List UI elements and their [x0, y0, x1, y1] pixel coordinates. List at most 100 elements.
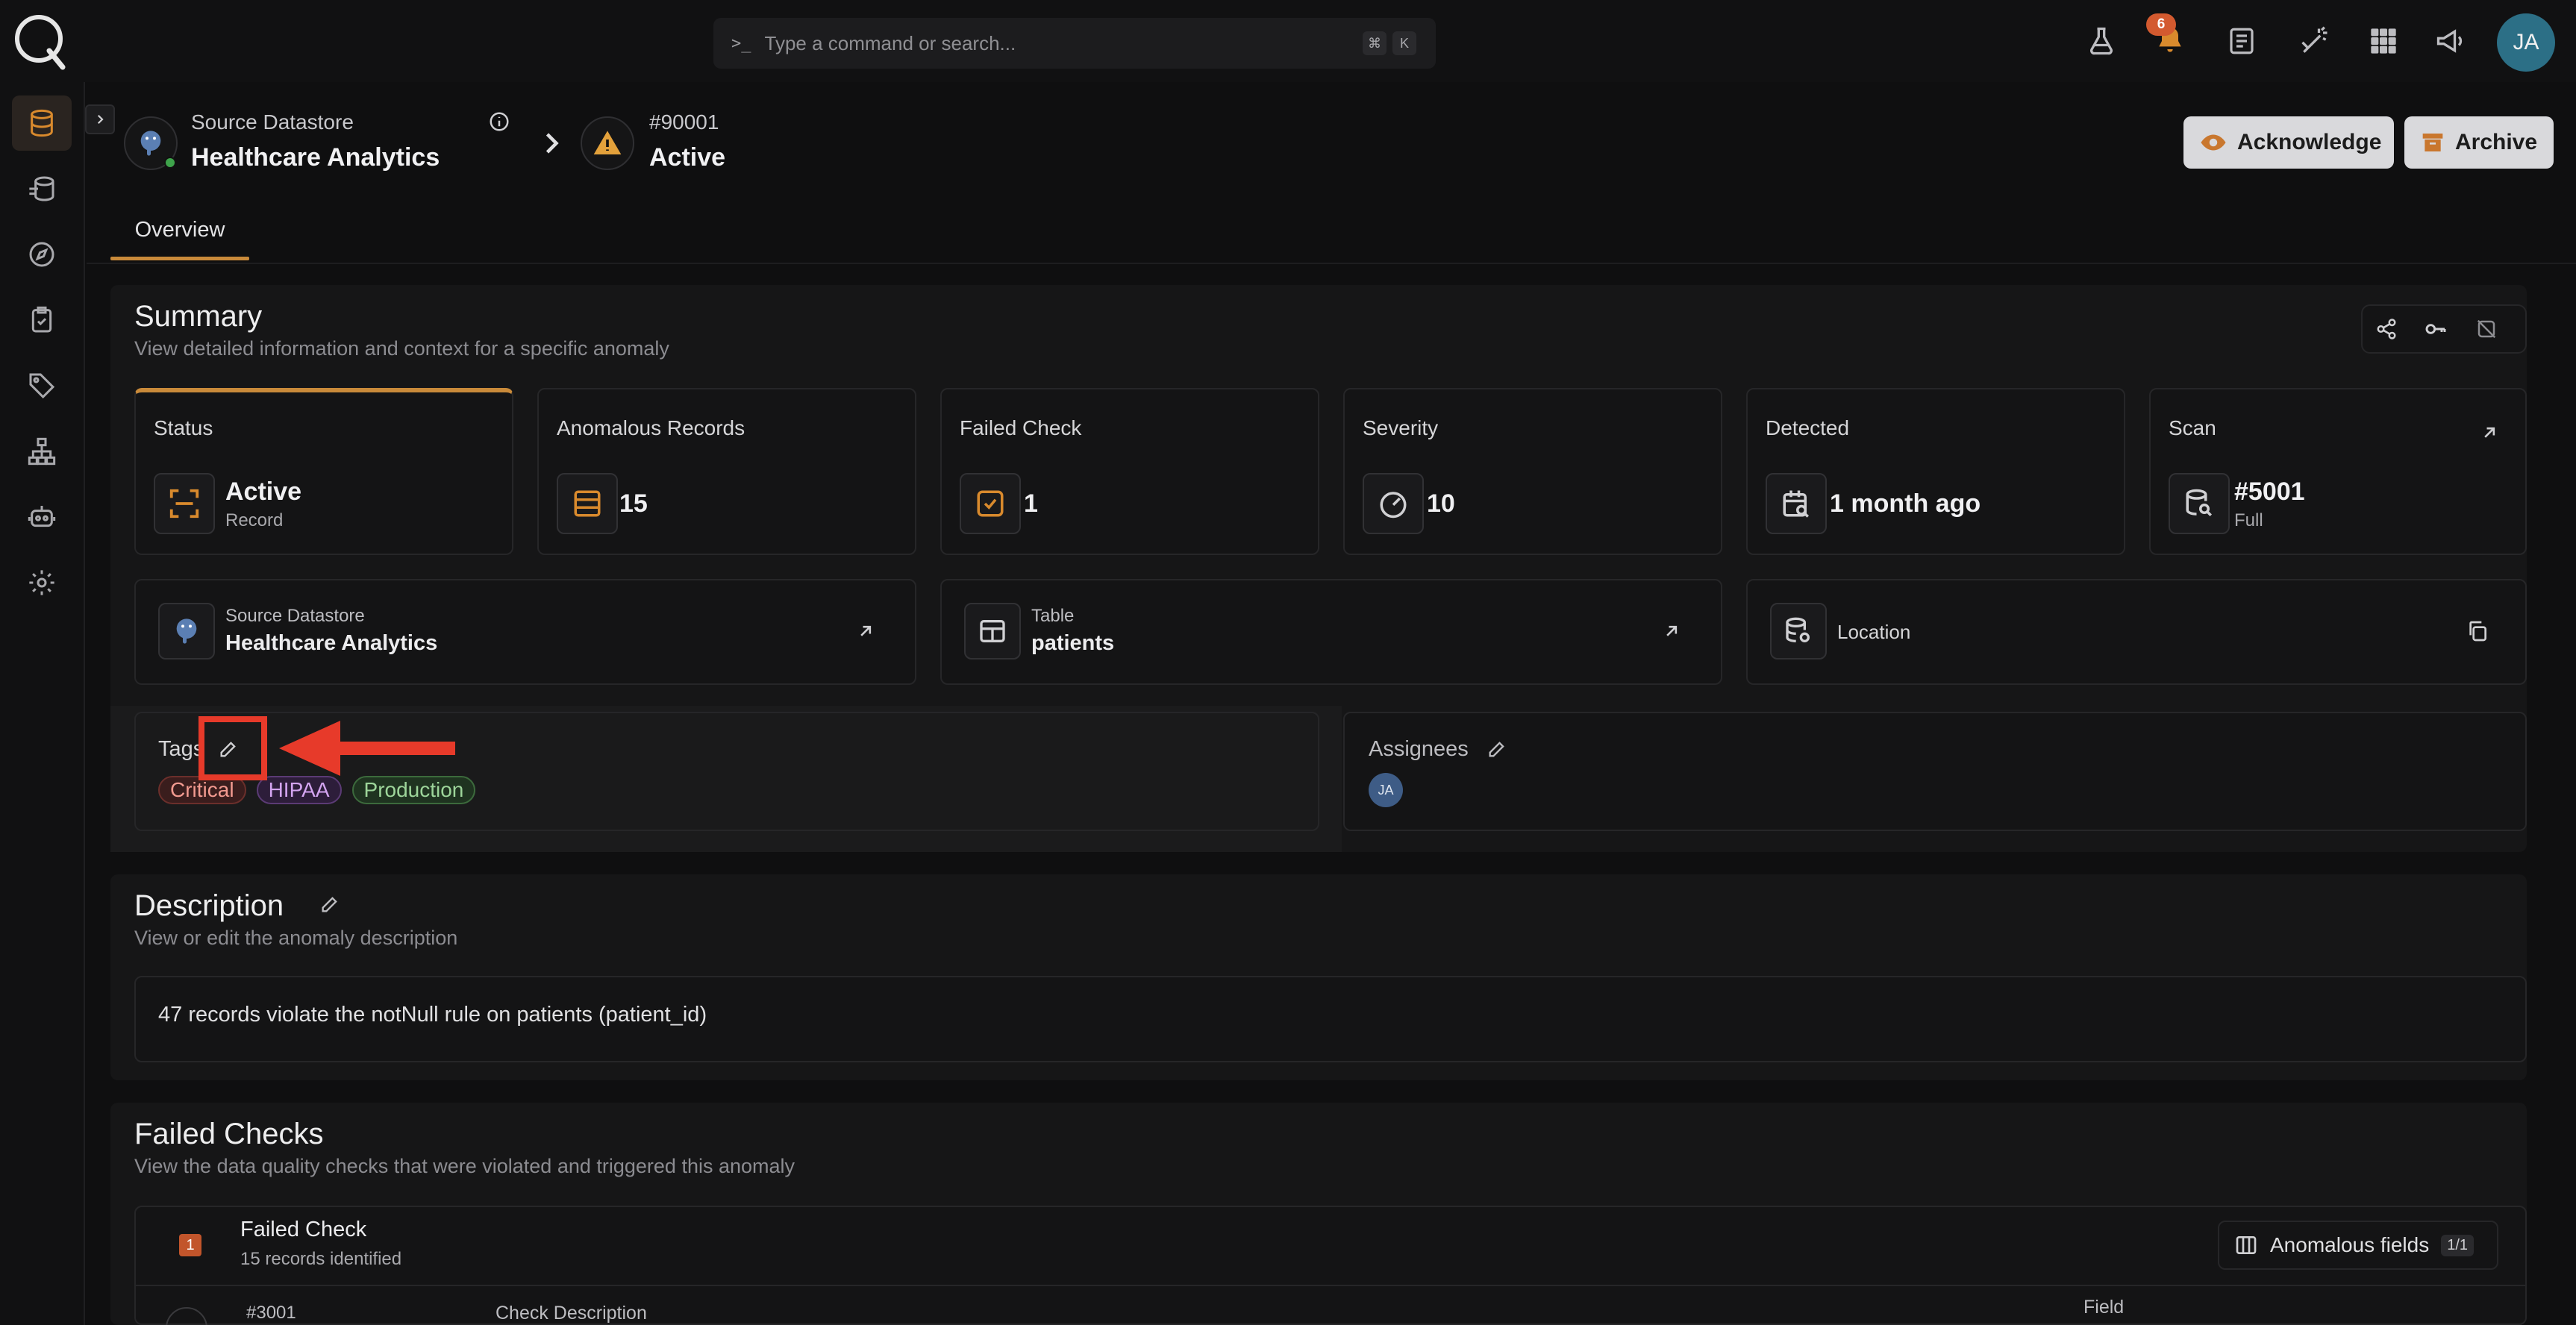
archive-label: Archive: [2455, 130, 2538, 154]
scan-icon-box: [2169, 473, 2230, 534]
description-edit-icon[interactable]: [319, 894, 340, 915]
datastore-external-link-icon[interactable]: [855, 621, 876, 642]
megaphone-icon[interactable]: [2430, 20, 2472, 62]
anomalous-records-label: Anomalous Records: [557, 416, 745, 439]
sidebar-item-settings[interactable]: [12, 555, 72, 610]
hide-button[interactable]: [2461, 304, 2512, 354]
scan-sub: Full: [2234, 510, 2263, 530]
failed-checks-title: Failed Checks: [134, 1118, 324, 1150]
description-subtitle: View or edit the anomaly description: [134, 927, 458, 949]
table-external-link-icon[interactable]: [1661, 621, 1682, 642]
table-link-icon-box: [964, 603, 1021, 660]
robot-icon: [27, 502, 57, 532]
scan-label: Scan: [2169, 416, 2216, 439]
failed-check-item-title: Failed Check: [240, 1218, 367, 1241]
scan-value[interactable]: #5001: [2234, 477, 2305, 507]
chevron-right-icon: [93, 113, 107, 126]
failed-check-label: Failed Check: [960, 416, 1082, 439]
datastore-link-value: Healthcare Analytics: [225, 631, 438, 655]
sidebar-item-tags[interactable]: [12, 358, 72, 413]
sidebar-item-hierarchy[interactable]: [12, 424, 72, 479]
anomalous-fields-label: Anomalous fields: [2270, 1233, 2430, 1256]
datastore-link-label: Source Datastore: [225, 606, 365, 626]
assignees-edit-icon[interactable]: [1486, 739, 1507, 759]
table-link-label: Table: [1031, 606, 1075, 626]
datastore-link-icon-box: [158, 603, 215, 660]
database-settings-icon: [1783, 616, 1813, 646]
command-search[interactable]: >_ Type a command or search... ⌘ K: [713, 18, 1436, 69]
copy-icon[interactable]: [2466, 619, 2489, 643]
user-avatar[interactable]: JA: [2497, 13, 2555, 72]
check-row-id[interactable]: #3001: [246, 1303, 296, 1324]
tab-active-indicator: [110, 257, 249, 260]
share-button[interactable]: [2361, 304, 2412, 354]
eye-icon: [2200, 129, 2227, 156]
field-header: Field: [2083, 1297, 2125, 1318]
sidebar-expand-button[interactable]: [85, 104, 115, 134]
status-value: Active: [225, 477, 302, 506]
hierarchy-icon: [27, 436, 57, 466]
key-button[interactable]: [2410, 304, 2461, 354]
sidebar-item-explore[interactable]: [12, 227, 72, 282]
tab-overview[interactable]: Overview: [110, 215, 249, 261]
annotation-arrow: [276, 715, 458, 782]
severity-icon-box: [1363, 473, 1424, 534]
document-icon[interactable]: [2221, 20, 2263, 62]
detected-icon-box: [1766, 473, 1827, 534]
sidebar-item-flows[interactable]: [12, 161, 72, 216]
anomaly-avatar: [581, 116, 634, 170]
breadcrumb-datastore-name[interactable]: Healthcare Analytics: [191, 143, 440, 172]
sidebar-item-datastores[interactable]: [12, 95, 72, 151]
database-flow-icon: [27, 174, 57, 204]
assignee-avatar[interactable]: JA: [1369, 773, 1403, 807]
sidebar-item-checks[interactable]: [12, 292, 72, 348]
qualytics-logo-icon[interactable]: [10, 10, 70, 70]
table-rows-icon: [572, 488, 603, 519]
failed-check-icon-box: [960, 473, 1021, 534]
acknowledge-button[interactable]: Acknowledge: [2183, 116, 2394, 169]
table-link-value: patients: [1031, 631, 1115, 655]
annotation-highlight-box: [198, 716, 267, 780]
assignees-card: [1343, 712, 2527, 831]
flask-icon[interactable]: [2081, 20, 2122, 62]
info-icon[interactable]: [488, 110, 510, 133]
failed-check-count-badge: 1: [179, 1234, 201, 1256]
eye-off-icon: [2475, 318, 2498, 340]
anomalous-fields-count: 1/1: [2441, 1234, 2475, 1256]
database-icon: [27, 108, 57, 138]
status-sub: Record: [225, 510, 284, 530]
postgres-icon: [172, 616, 201, 646]
compass-icon: [27, 239, 57, 269]
sidebar-item-agents[interactable]: [12, 489, 72, 545]
description-title: Description: [134, 889, 284, 922]
shortcut-k-key: K: [1392, 31, 1416, 55]
failed-checks-subtitle: View the data quality checks that were v…: [134, 1155, 795, 1177]
failed-check-divider: [134, 1285, 2527, 1286]
archive-button[interactable]: Archive: [2404, 116, 2554, 169]
status-icon-box: [154, 473, 215, 534]
shortcut-cmd-key: ⌘: [1363, 31, 1387, 55]
archive-icon: [2421, 131, 2445, 154]
anomaly-status: Active: [649, 143, 726, 172]
magic-wand-icon[interactable]: [2294, 20, 2336, 62]
scan-external-link-icon[interactable]: [2479, 422, 2500, 443]
apps-grid-icon[interactable]: [2363, 20, 2404, 62]
anomalous-fields-button[interactable]: Anomalous fields 1/1: [2218, 1221, 2498, 1270]
calendar-search-icon: [1781, 488, 1812, 519]
gear-icon: [27, 568, 57, 598]
anomaly-id: #90001: [649, 110, 719, 134]
checklist-icon: [975, 488, 1006, 519]
share-icon: [2375, 318, 2398, 340]
anomalous-records-value: 15: [619, 489, 648, 518]
breadcrumb-separator-icon: [537, 128, 564, 158]
scan-frame-icon: [167, 486, 201, 521]
tag-icon: [27, 371, 57, 401]
anomalous-records-icon-box: [557, 473, 618, 534]
description-text: 47 records violate the notNull rule on p…: [158, 1003, 707, 1027]
status-card-label: Status: [154, 416, 213, 439]
failed-check-item: [134, 1206, 2527, 1325]
location-label: Location: [1837, 621, 1911, 643]
detected-label: Detected: [1766, 416, 1850, 439]
check-description-header: Check Description: [495, 1303, 647, 1324]
database-search-icon: [2183, 488, 2215, 519]
